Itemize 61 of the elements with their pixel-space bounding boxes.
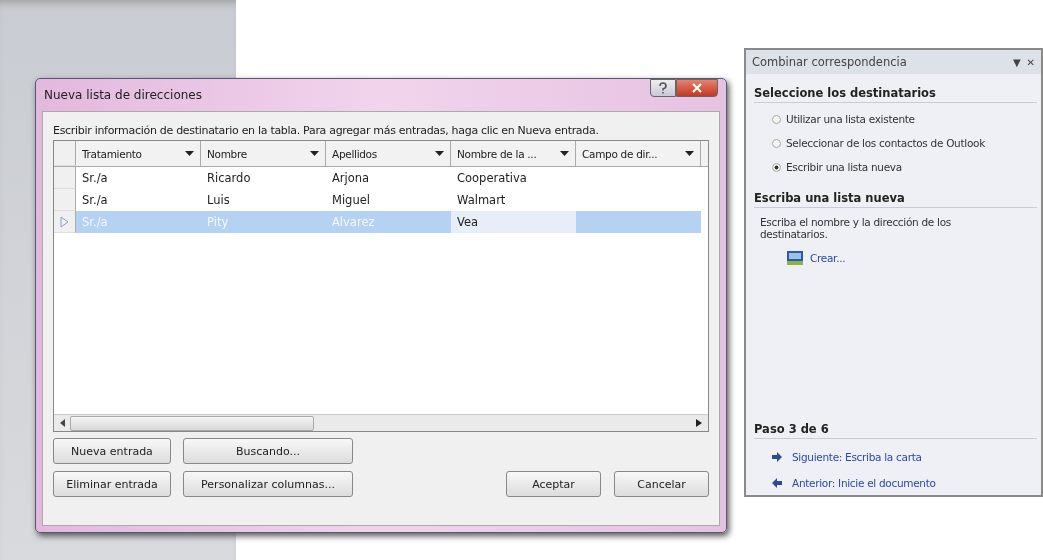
table-row[interactable]: Sr./a Luis Miguel Walmart — [54, 189, 708, 211]
table-cell: Alvarez — [326, 211, 451, 233]
dropdown-icon[interactable] — [185, 151, 194, 156]
row-pointer-icon — [60, 215, 69, 228]
action-button[interactable]: Personalizar columnas... — [183, 471, 353, 497]
radio-button[interactable] — [772, 162, 781, 172]
table-cell-text: Cooperativa — [456, 170, 528, 187]
dialog-button[interactable]: Aceptar — [506, 471, 601, 497]
table-cell-text: Sr./a — [81, 192, 109, 209]
action-button[interactable]: Buscando... — [183, 438, 353, 464]
option-label[interactable]: Escribir una lista nueva — [786, 161, 902, 173]
table-cell-text: Luis — [206, 192, 231, 209]
scrollbar-thumb[interactable] — [70, 415, 314, 431]
table-cell-text: Miguel — [331, 192, 371, 209]
scroll-right-icon[interactable] — [696, 419, 702, 427]
table-cell: Vea — [451, 211, 576, 233]
step-heading: Paso 3 de 6 — [754, 422, 1037, 439]
instruction-text: Escribir información de destinatario en la tabla. Para agregar más entradas, haga clic en Nueva entrada. — [53, 124, 600, 137]
pane-menu-button[interactable]: ▼ — [1012, 56, 1021, 68]
description-text: Escriba el nombre y la dirección de los destinatarios. — [760, 216, 952, 240]
column-header[interactable]: Campo de dir... — [576, 141, 701, 166]
address-book-icon — [786, 250, 804, 266]
close-icon — [692, 83, 702, 93]
column-header[interactable]: Nombre — [201, 141, 326, 166]
create-link[interactable]: Crear... — [810, 252, 846, 264]
table-cell-text: Ricardo — [206, 170, 252, 187]
dropdown-icon[interactable] — [560, 151, 569, 156]
help-button[interactable] — [650, 79, 676, 97]
table-cell-text: Arjona — [331, 170, 371, 187]
column-header[interactable]: Tratamiento — [76, 141, 201, 166]
radio-button[interactable] — [772, 138, 781, 148]
pane-title: Combinar correspondencia — [752, 55, 907, 69]
scroll-left-icon[interactable] — [60, 419, 66, 427]
radio-button[interactable] — [772, 114, 781, 124]
window-title: Nueva lista de direcciones — [44, 88, 202, 102]
option-label[interactable]: Utilizar una lista existente — [786, 113, 915, 125]
column-header[interactable]: Apellidos — [326, 141, 451, 166]
option-label[interactable]: Seleccionar de los contactos de Outlook — [786, 137, 985, 149]
section-heading: Seleccione los destinatarios — [754, 86, 1037, 103]
help-icon — [658, 82, 668, 94]
table-cell: Pity — [201, 211, 326, 233]
column-header[interactable]: Nombre de la ... — [451, 141, 576, 166]
section-heading: Escriba una lista nueva — [754, 191, 1037, 208]
action-button[interactable]: Eliminar entrada — [53, 471, 171, 497]
action-button[interactable]: Nueva entrada — [53, 438, 171, 464]
pane-close-button[interactable]: ✕ — [1026, 56, 1035, 68]
horizontal-scrollbar[interactable] — [54, 414, 708, 431]
table-row[interactable]: Sr./a Ricardo Arjona Cooperativa — [54, 167, 708, 189]
table-cell-text: Walmart — [456, 192, 507, 209]
navigation-link[interactable]: Siguiente: Escriba la carta — [792, 451, 922, 463]
navigation-link[interactable]: Anterior: Inicie el documento — [792, 477, 936, 489]
close-button[interactable] — [676, 79, 718, 97]
dropdown-icon[interactable] — [685, 151, 694, 156]
dropdown-icon[interactable] — [435, 151, 444, 156]
table-cell-text: Sr./a — [81, 170, 109, 187]
dropdown-icon[interactable] — [310, 151, 319, 156]
left-arrow-icon — [772, 478, 782, 488]
table-row[interactable]: Sr./a Pity Alvarez Vea — [54, 211, 708, 233]
right-arrow-icon — [772, 452, 782, 462]
table-cell: Sr./a — [76, 211, 201, 233]
dialog-button[interactable]: Cancelar — [614, 471, 709, 497]
